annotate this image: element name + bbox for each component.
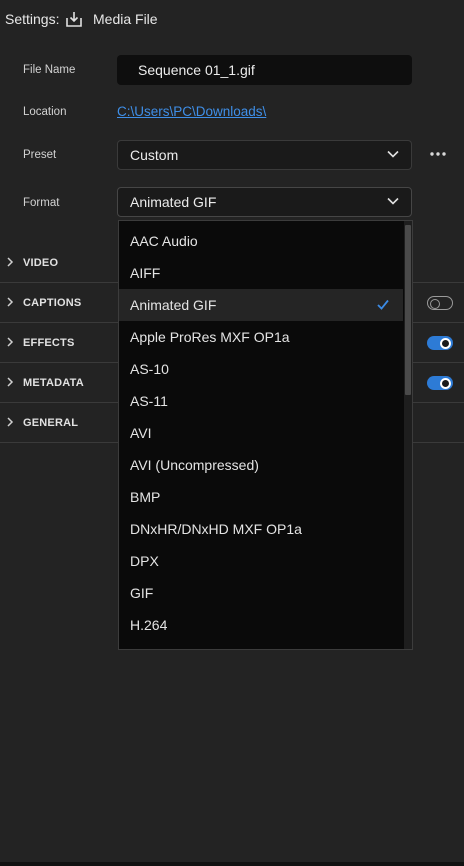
format-option[interactable]: Animated GIF — [119, 289, 403, 321]
format-option[interactable]: AS-10 — [119, 353, 403, 385]
download-icon[interactable] — [65, 10, 83, 28]
chevron-down-icon — [387, 150, 399, 158]
section-label: EFFECTS — [23, 337, 75, 349]
format-label: Format — [23, 197, 60, 209]
toggle-knob — [440, 377, 451, 389]
format-option-label: AVI (Uncompressed) — [130, 457, 259, 473]
format-option[interactable]: AIFF — [119, 257, 403, 289]
effects-toggle[interactable] — [427, 336, 453, 350]
section-label: CAPTIONS — [23, 297, 82, 309]
format-option-label: H.264 — [130, 617, 168, 633]
chevron-right-icon — [7, 377, 14, 387]
settings-header: Settings: Media File — [0, 0, 464, 38]
format-option-label: DPX — [130, 553, 159, 569]
format-value: Animated GIF — [130, 194, 217, 210]
file-name-label: File Name — [23, 64, 76, 76]
toggle-knob — [430, 298, 440, 309]
format-option[interactable]: BMP — [119, 481, 403, 513]
more-options-icon[interactable] — [428, 145, 448, 163]
format-option[interactable]: DPX — [119, 545, 403, 577]
location-link[interactable]: C:\Users\PC\Downloads\ — [117, 104, 266, 119]
format-option-label: AAC Audio — [130, 233, 198, 249]
metadata-toggle[interactable] — [427, 376, 453, 390]
file-name-field[interactable]: Sequence 01_1.gif — [117, 55, 412, 85]
chevron-right-icon — [7, 257, 14, 267]
preset-label: Preset — [23, 149, 57, 161]
chevron-down-icon — [387, 197, 399, 205]
format-option-label: GIF — [130, 585, 154, 601]
format-option[interactable]: AVI — [119, 417, 403, 449]
format-option-label: AS-11 — [130, 393, 168, 409]
section-label: METADATA — [23, 377, 84, 389]
format-option-label: BMP — [130, 489, 161, 505]
chevron-right-icon — [7, 297, 14, 307]
location-label: Location — [23, 106, 67, 118]
format-option-label: AS-10 — [130, 361, 169, 377]
format-select[interactable]: Animated GIF — [117, 187, 412, 217]
format-option[interactable]: H.264 — [119, 609, 403, 641]
format-option-label: Apple ProRes MXF OP1a — [130, 329, 290, 345]
chevron-right-icon — [7, 417, 14, 427]
section-label: VIDEO — [23, 257, 59, 269]
format-option-label: Animated GIF — [130, 297, 217, 313]
format-option[interactable]: DNxHR/DNxHD MXF OP1a — [119, 513, 403, 545]
format-option-label: AVI — [130, 425, 152, 441]
settings-label: Settings: — [5, 11, 60, 27]
format-option[interactable]: AVI (Uncompressed) — [119, 449, 403, 481]
format-option[interactable]: Apple ProRes MXF OP1a — [119, 321, 403, 353]
checkmark-icon — [377, 299, 389, 310]
format-option-label: DNxHR/DNxHD MXF OP1a — [130, 521, 302, 537]
preset-value: Custom — [130, 147, 179, 163]
media-file-title: Media File — [93, 11, 158, 27]
bottom-edge — [0, 862, 464, 866]
format-option-label: AIFF — [130, 265, 161, 281]
toggle-knob — [440, 337, 451, 349]
format-option[interactable]: GIF — [119, 577, 403, 609]
format-dropdown-list[interactable]: AAC Audio AIFF Animated GIF Apple ProRes MX… — [118, 220, 413, 650]
captions-toggle[interactable] — [427, 296, 453, 310]
preset-select[interactable]: Custom — [117, 140, 412, 170]
format-option[interactable]: AS-11 — [119, 385, 403, 417]
section-label: GENERAL — [23, 417, 79, 429]
dropdown-scroll-thumb[interactable] — [405, 225, 411, 395]
chevron-right-icon — [7, 337, 14, 347]
format-option[interactable]: AAC Audio — [119, 225, 403, 257]
